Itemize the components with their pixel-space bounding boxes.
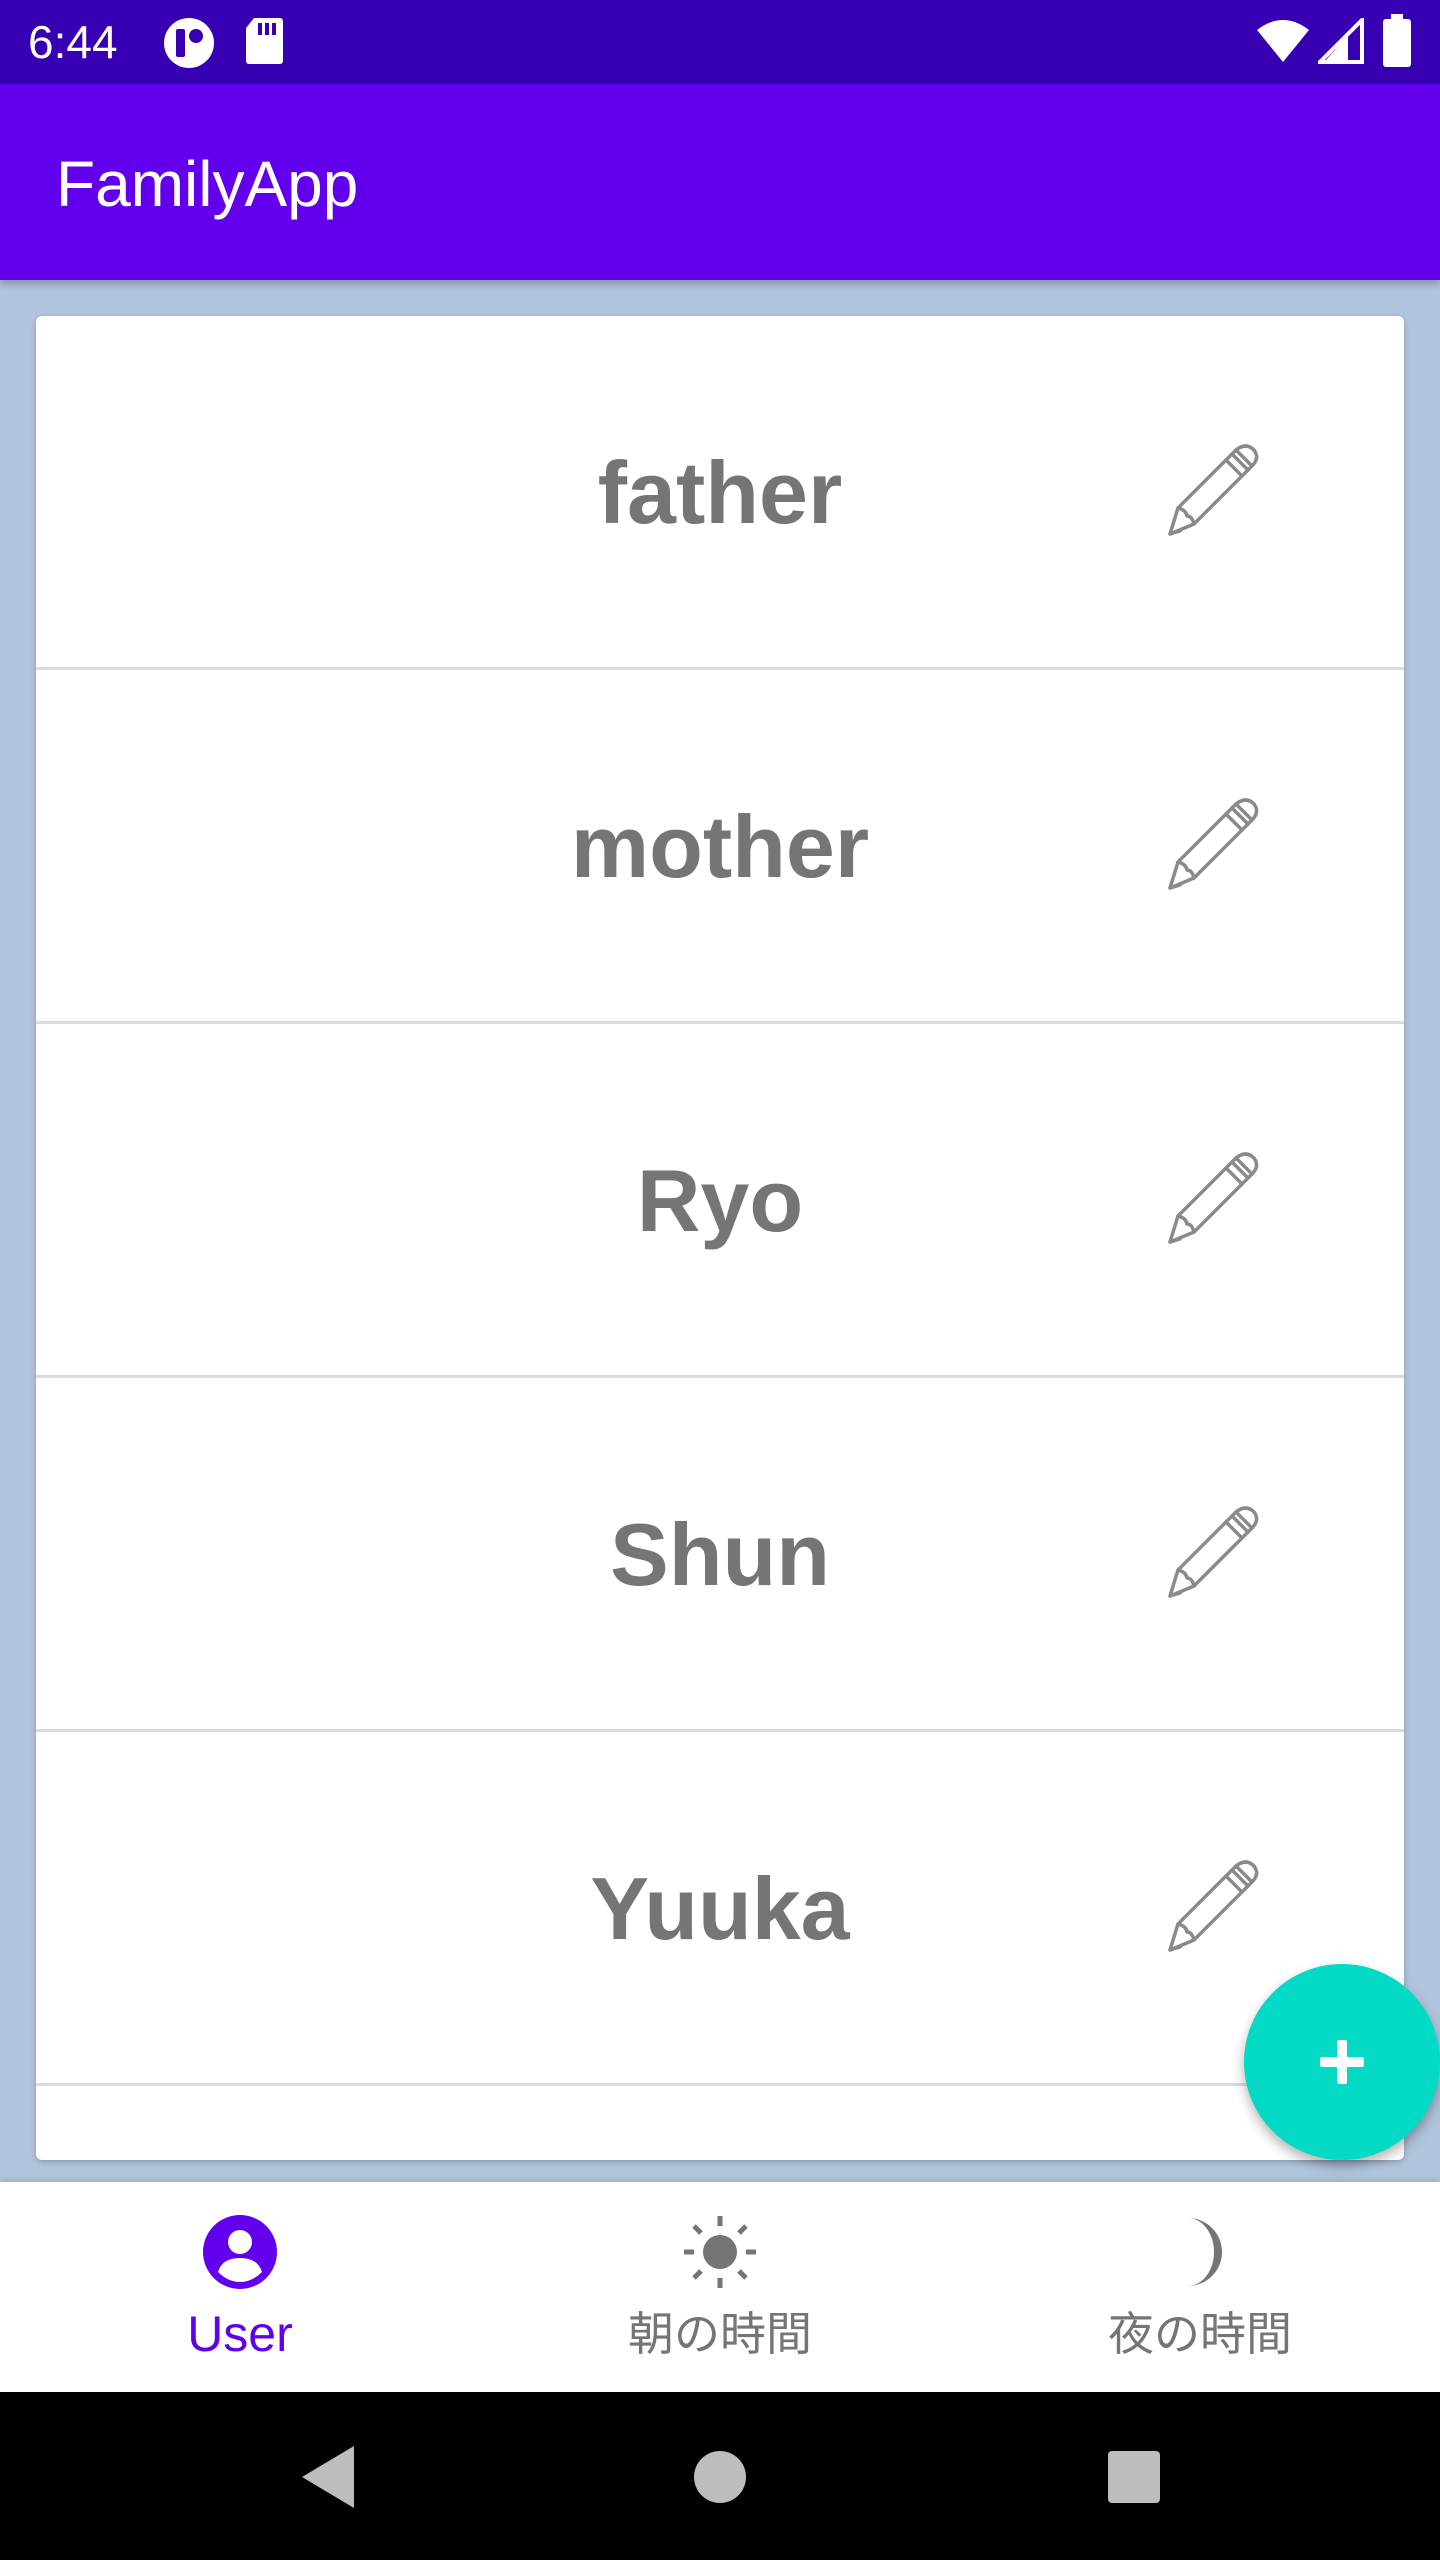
back-icon[interactable] <box>240 2392 400 2560</box>
nav-label-morning: 朝の時間 <box>628 2308 812 2360</box>
nav-item-night[interactable]: 夜の時間 <box>960 2182 1440 2392</box>
battery-icon <box>1383 14 1411 67</box>
sun-icon <box>684 2216 756 2288</box>
account-circle-icon <box>203 2215 277 2289</box>
cell-signal-icon <box>1318 18 1364 64</box>
pencil-edit-icon[interactable] <box>1156 1144 1266 1254</box>
recents-icon[interactable] <box>1054 2392 1214 2560</box>
status-bar: 6:44 <box>0 0 1440 84</box>
pencil-edit-icon[interactable] <box>1156 790 1266 900</box>
nav-label-night: 夜の時間 <box>1108 2308 1292 2360</box>
user-row[interactable]: Shun <box>36 1378 1404 1732</box>
status-time: 6:44 <box>28 16 118 68</box>
wifi-icon <box>1257 20 1309 62</box>
add-user-fab[interactable] <box>1244 1964 1440 2160</box>
system-navigation-bar <box>0 2392 1440 2560</box>
sd-card-icon <box>246 18 283 64</box>
nav-label-user: User <box>187 2306 293 2362</box>
nav-item-morning[interactable]: 朝の時間 <box>480 2182 960 2392</box>
bottom-navigation: User 朝の時間 夜の時間 <box>0 2182 1440 2392</box>
user-row[interactable]: father <box>36 316 1404 670</box>
moon-icon <box>1188 2218 1223 2286</box>
pencil-edit-icon[interactable] <box>1156 436 1266 546</box>
app-title: FamilyApp <box>56 148 359 220</box>
pencil-edit-icon[interactable] <box>1156 1498 1266 1608</box>
user-row-partial[interactable] <box>36 2086 1404 2160</box>
user-row[interactable]: Yuuka <box>36 1732 1404 2086</box>
home-icon[interactable] <box>640 2392 800 2560</box>
app-bar: FamilyApp <box>0 84 1440 280</box>
user-row[interactable]: Ryo <box>36 1024 1404 1378</box>
app-notification-icon <box>164 18 214 68</box>
plus-icon <box>1320 2040 1364 2084</box>
pencil-edit-icon[interactable] <box>1156 1852 1266 1962</box>
nav-item-user[interactable]: User <box>0 2182 480 2392</box>
user-list-card: father mother Ryo Shun Yuuka <box>36 316 1404 2160</box>
user-row[interactable]: mother <box>36 670 1404 1024</box>
